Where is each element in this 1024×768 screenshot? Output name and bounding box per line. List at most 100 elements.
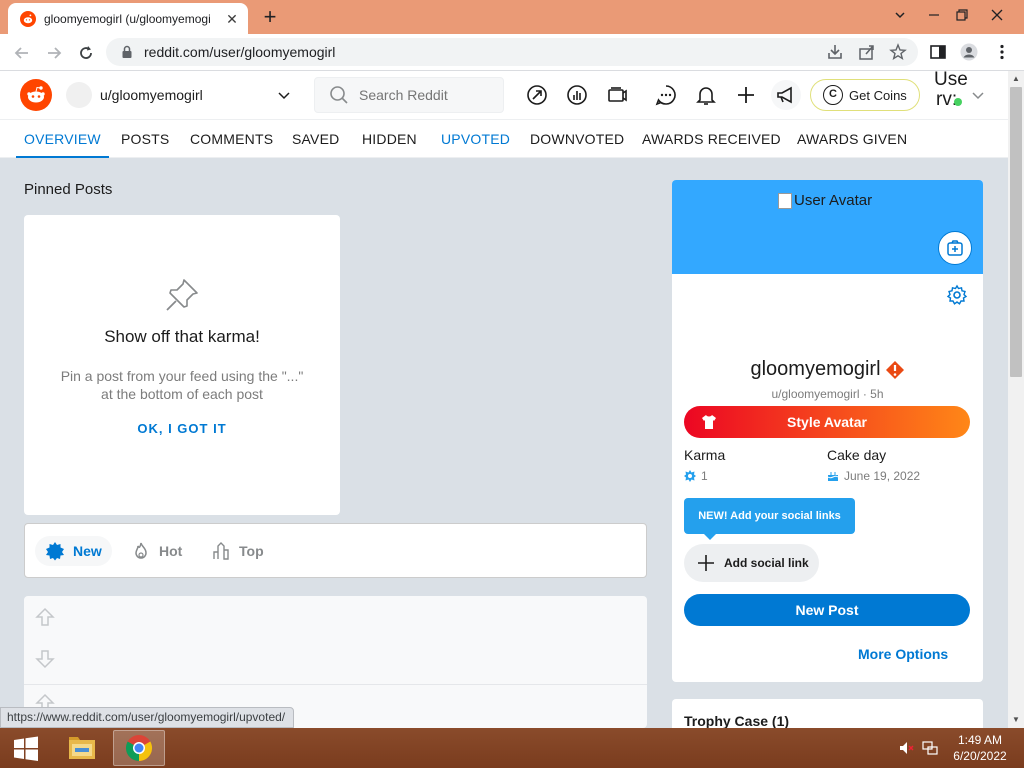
top-chart-icon — [213, 542, 229, 560]
more-options-link[interactable]: More Options — [858, 646, 948, 662]
scroll-down-arrow-icon[interactable]: ▼ — [1008, 712, 1024, 728]
flame-icon — [135, 542, 147, 559]
notification-bell-icon[interactable] — [694, 83, 718, 107]
file-explorer-taskbar-button[interactable] — [56, 730, 108, 766]
user-avatar-image: User Avatar — [778, 192, 872, 209]
new-tab-button[interactable]: + — [258, 6, 282, 28]
tab-posts[interactable]: POSTS — [121, 120, 169, 158]
coin-icon: C — [823, 85, 843, 105]
sort-new-button[interactable]: New — [35, 536, 112, 566]
sort-hot-button[interactable]: Hot — [121, 536, 192, 566]
forward-button[interactable] — [41, 40, 67, 66]
cakeday-label: Cake day — [827, 447, 887, 463]
get-coins-button[interactable]: C Get Coins — [810, 79, 920, 111]
chevron-down-icon — [278, 92, 290, 100]
pinned-posts-card: Show off that karma! Pin a post from you… — [24, 215, 340, 515]
sort-bar: New Hot Top — [24, 523, 647, 578]
volume-muted-icon[interactable] — [898, 740, 914, 756]
sort-hot-label: Hot — [159, 543, 183, 559]
create-post-icon[interactable] — [734, 83, 758, 107]
advertise-megaphone-icon[interactable] — [771, 80, 801, 110]
profile-tabs: OVERVIEW POSTS COMMENTS SAVED HIDDEN UPV… — [0, 120, 1008, 158]
browser-toolbar: reddit.com/user/gloomyemogirl — [0, 34, 1024, 71]
browser-tab[interactable]: gloomyemogirl (u/gloomyemogi ✕ — [8, 3, 248, 34]
user-menu[interactable]: Use rv: — [932, 69, 1008, 119]
page-scrollbar[interactable]: ▲ ▼ — [1008, 71, 1024, 728]
chrome-menu-icon[interactable] — [993, 43, 1011, 61]
add-banner-image-button[interactable] — [938, 231, 972, 265]
community-selector[interactable]: u/gloomyemogirl — [66, 77, 292, 113]
scrollbar-thumb[interactable] — [1010, 87, 1022, 377]
network-icon[interactable] — [922, 740, 938, 756]
tab-downvoted[interactable]: DOWNVOTED — [530, 120, 624, 158]
broken-image-icon — [778, 192, 792, 209]
tab-overview[interactable]: OVERVIEW — [16, 120, 109, 158]
style-avatar-button[interactable]: Style Avatar — [684, 406, 970, 438]
warning-badge-icon[interactable] — [885, 360, 905, 380]
pinned-heading: Show off that karma! — [104, 327, 260, 346]
clock-time: 1:49 AM — [957, 733, 1003, 747]
tab-close-icon[interactable]: ✕ — [224, 11, 240, 27]
video-icon[interactable] — [605, 83, 629, 107]
scroll-up-arrow-icon[interactable]: ▲ — [1008, 71, 1024, 87]
user-menu-text: Use — [934, 69, 968, 90]
new-badge-icon — [46, 542, 64, 561]
profile-card: User Avatar gloomyemogirl u/gloomyemogir… — [672, 180, 983, 682]
tab-awards-received[interactable]: AWARDS RECEIVED — [642, 120, 781, 158]
tab-hidden[interactable]: HIDDEN — [362, 120, 417, 158]
online-status-dot — [954, 98, 962, 106]
back-button[interactable] — [9, 40, 35, 66]
cakeday-value: June 19, 2022 — [827, 469, 920, 483]
karma-icon — [684, 470, 696, 482]
add-social-link-label: Add social link — [724, 556, 809, 570]
address-bar[interactable]: reddit.com/user/gloomyemogirl — [106, 38, 918, 66]
windows-taskbar: 1:49 AM 6/20/2022 — [0, 728, 1024, 768]
reload-button[interactable] — [73, 40, 99, 66]
post-divider — [24, 684, 647, 685]
karma-value: 1 — [684, 469, 708, 483]
browser-titlebar: gloomyemogirl (u/gloomyemogi ✕ + — [0, 0, 1024, 34]
reddit-logo-icon[interactable] — [20, 79, 52, 111]
tab-search-chevron-icon[interactable] — [883, 0, 917, 30]
windows-logo-icon — [14, 736, 38, 761]
taskbar-clock[interactable]: 1:49 AM 6/20/2022 — [948, 732, 1012, 764]
settings-gear-icon[interactable] — [946, 284, 968, 306]
ok-got-it-button[interactable]: OK, I GOT IT — [24, 421, 340, 436]
reddit-header: u/gloomyemogirl C Get Coins Use rv: — [0, 69, 1008, 120]
profile-display-name: gloomyemogirl — [672, 358, 983, 381]
pin-icon — [166, 279, 198, 311]
upvote-arrow-icon[interactable] — [34, 606, 56, 628]
tab-comments[interactable]: COMMENTS — [190, 120, 273, 158]
add-social-link-button[interactable]: Add social link — [684, 544, 819, 582]
tab-awards-given[interactable]: AWARDS GIVEN — [797, 120, 907, 158]
user-avatar — [66, 82, 92, 108]
share-icon[interactable] — [858, 43, 876, 61]
pinned-posts-title: Pinned Posts — [24, 181, 113, 198]
trophy-case-title: Trophy Case (1) — [684, 713, 790, 729]
get-coins-label: Get Coins — [849, 87, 907, 103]
tab-saved[interactable]: SAVED — [292, 120, 339, 158]
search-input[interactable] — [359, 87, 479, 103]
stats-icon[interactable] — [565, 83, 589, 107]
profile-icon[interactable] — [960, 43, 978, 61]
tab-upvoted[interactable]: UPVOTED — [441, 120, 510, 158]
sort-top-button[interactable]: Top — [201, 536, 274, 566]
close-window-button[interactable] — [980, 0, 1014, 30]
chat-icon[interactable] — [654, 83, 678, 107]
cake-icon — [827, 472, 839, 481]
popular-icon[interactable] — [525, 83, 549, 107]
side-panel-icon[interactable] — [929, 43, 947, 61]
restore-button[interactable] — [945, 0, 979, 30]
profile-subline: u/gloomyemogirl · 5h — [771, 387, 884, 401]
install-app-icon[interactable] — [826, 43, 844, 61]
search-box[interactable] — [314, 77, 504, 113]
bookmark-star-icon[interactable] — [889, 43, 907, 61]
karma-number: 1 — [701, 469, 708, 483]
downvote-arrow-icon[interactable] — [34, 648, 56, 670]
start-button[interactable] — [6, 734, 46, 764]
shirt-icon — [702, 415, 716, 429]
search-icon — [330, 86, 348, 104]
chrome-taskbar-button[interactable] — [113, 730, 165, 766]
new-post-button[interactable]: New Post — [684, 594, 970, 626]
avatar-alt-text: User Avatar — [794, 192, 873, 209]
